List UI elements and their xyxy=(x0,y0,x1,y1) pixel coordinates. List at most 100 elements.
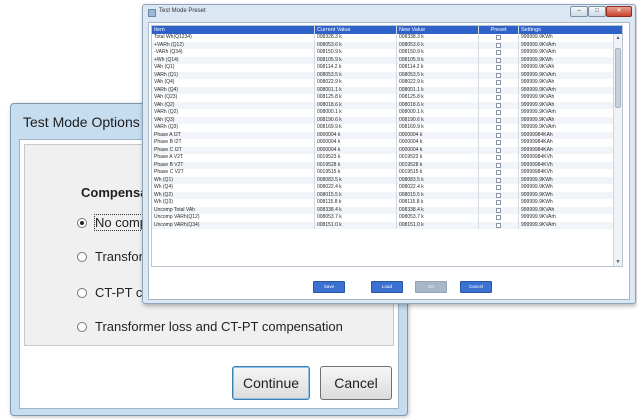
table-row[interactable]: VARh (Q2) 008000.1 k 008000.1 k 999999.9KVA… xyxy=(152,109,622,117)
new-value-cell[interactable]: 008338.3 k xyxy=(397,34,479,42)
new-value-cell[interactable]: 008022.9 k xyxy=(397,79,479,87)
table-row[interactable]: +Wh (Q14) 008105.9 k 008105.9 k 999999.9KWh xyxy=(152,56,622,64)
table-row[interactable]: Phase C V2T 0019515 k 0019515 k 99999984KVh xyxy=(152,169,622,177)
table-row[interactable]: VARh (Q1) 008053.5 k 008053.5 k 999999.9KVA… xyxy=(152,71,622,79)
table-row[interactable]: Phase B I2T 0000004 k 0000004 k 99999984KAh xyxy=(152,139,622,147)
preset-checkbox[interactable] xyxy=(496,222,501,228)
new-value-cell[interactable]: 008105.9 k xyxy=(397,56,479,64)
new-value-cell[interactable]: 0000004 k xyxy=(397,146,479,154)
preset-checkbox[interactable] xyxy=(496,185,501,191)
preset-checkbox[interactable] xyxy=(496,102,501,108)
preset-checkbox[interactable] xyxy=(496,155,501,161)
table-row[interactable]: Phase B V2T 0019528 k 0019528 k 99999984KVh xyxy=(152,161,622,169)
table-row[interactable]: Phase A I2T 0000004 k 0000004 k 99999984KAh xyxy=(152,131,622,139)
cancel-button[interactable]: Cancel xyxy=(320,366,392,400)
preset-checkbox[interactable] xyxy=(496,125,501,131)
radio-button-icon[interactable] xyxy=(77,251,87,262)
table-row[interactable]: Phase C I2T 0000004 k 0000004 k 99999984KAh xyxy=(152,146,622,154)
table-row[interactable]: VARh (Q4) 008001.1 k 008001.1 k 999999.9KVA… xyxy=(152,86,622,94)
table-row[interactable]: Wh (Q3) 008115.8 k 008115.8 k 999999.9KWh xyxy=(152,199,622,207)
minimize-button[interactable]: – xyxy=(570,6,588,17)
new-value-cell[interactable]: 008125.8 k xyxy=(397,94,479,102)
table-row[interactable]: VAh (Q23) 008125.8 k 008125.8 k 999999.9KVA… xyxy=(152,94,622,102)
table-row[interactable]: VAh (Q4) 008022.9 k 008022.9 k 999999.9KVAh xyxy=(152,79,622,87)
column-header-preset[interactable]: Preset xyxy=(479,26,519,34)
preset-checkbox[interactable] xyxy=(496,117,501,123)
new-value-cell[interactable]: 008015.5 k xyxy=(397,191,479,199)
preset-checkbox[interactable] xyxy=(496,200,501,206)
new-value-cell[interactable]: 0019523 k xyxy=(397,154,479,162)
new-value-cell[interactable]: 008018.6 k xyxy=(397,101,479,109)
new-value-cell[interactable]: 008151.0 k xyxy=(397,221,479,229)
scroll-up-icon[interactable]: ▲ xyxy=(615,35,621,41)
new-value-cell[interactable]: 0000004 k xyxy=(397,131,479,139)
preset-checkbox[interactable] xyxy=(496,192,501,198)
grid-vertical-scrollbar[interactable]: ▲ ▼ xyxy=(613,34,622,266)
preset-checkbox[interactable] xyxy=(496,132,501,138)
new-value-cell[interactable]: 008000.1 k xyxy=(397,109,479,117)
new-value-cell[interactable]: 008114.2 k xyxy=(397,64,479,72)
scroll-down-icon[interactable]: ▼ xyxy=(615,259,621,265)
column-header-settings[interactable]: Settings xyxy=(519,26,622,34)
new-value-cell[interactable]: 008115.8 k xyxy=(397,199,479,207)
table-row[interactable]: VAh (Q2) 008018.6 k 008018.6 k 999999.9KVAh xyxy=(152,101,622,109)
preset-checkbox[interactable] xyxy=(496,170,501,176)
new-value-cell[interactable]: 008150.9 k xyxy=(397,49,479,57)
new-value-cell[interactable]: 008001.1 k xyxy=(397,86,479,94)
maximize-button[interactable]: □ xyxy=(588,6,606,17)
preset-checkbox[interactable] xyxy=(496,57,501,63)
preset-checkbox[interactable] xyxy=(496,35,501,41)
column-header-new-value[interactable]: New Value xyxy=(397,26,479,34)
new-value-cell[interactable]: 008338.4 k xyxy=(397,206,479,214)
table-row[interactable]: Wh (Q4) 008022.4 k 008022.4 k 999999.9KWh xyxy=(152,184,622,192)
new-value-cell[interactable]: 008053.7 k xyxy=(397,214,479,222)
table-row[interactable]: Uncomp VARh(Q12) 008053.7 k 008053.7 k 9999… xyxy=(152,214,622,222)
table-row[interactable]: Uncomp VARh(Q34) 008151.0 k 008151.0 k 9999… xyxy=(152,221,622,229)
preset-checkbox[interactable] xyxy=(496,177,501,183)
table-row[interactable]: Wh (Q2) 008015.5 k 008015.5 k 999999.9KWh xyxy=(152,191,622,199)
column-header-item[interactable]: Item xyxy=(152,26,315,34)
preset-checkbox[interactable] xyxy=(496,110,501,116)
new-value-cell[interactable]: 008190.6 k xyxy=(397,116,479,124)
preset-checkbox[interactable] xyxy=(496,95,501,101)
set-button[interactable]: Set xyxy=(415,281,447,293)
close-button[interactable]: ✕ xyxy=(606,6,632,17)
table-row[interactable]: VAh (Q1) 008114.2 k 008114.2 k 999999.9KVAh xyxy=(152,64,622,72)
preset-checkbox[interactable] xyxy=(496,72,501,78)
table-row[interactable]: Uncomp Total VAh 008338.4 k 008338.4 k 9999… xyxy=(152,206,622,214)
preset-checkbox[interactable] xyxy=(496,215,501,221)
new-value-cell[interactable]: 0019515 k xyxy=(397,169,479,177)
table-row[interactable]: VARh (Q3) 008169.9 k 008169.9 k 999999.9KVA… xyxy=(152,124,622,132)
radio-button-icon[interactable] xyxy=(77,321,87,332)
preset-checkbox[interactable] xyxy=(496,87,501,93)
table-row[interactable]: +VARh (Q12) 008053.6 k 008053.6 k 999999.9K… xyxy=(152,41,622,49)
new-value-cell[interactable]: 008083.5 k xyxy=(397,176,479,184)
new-value-cell[interactable]: 0019528 k xyxy=(397,161,479,169)
table-row[interactable]: VAh (Q3) 008190.6 k 008190.6 k 999999.9KVAh xyxy=(152,116,622,124)
table-row[interactable]: Phase A V2T 0019523 k 0019523 k 99999984KVh xyxy=(152,154,622,162)
preset-checkbox[interactable] xyxy=(496,42,501,48)
preset-cancel-button[interactable]: Cancel xyxy=(460,281,492,293)
table-row[interactable]: Total Wh(Q1234) 008328.3 k 008338.3 k 99999… xyxy=(152,34,622,42)
new-value-cell[interactable]: 008053.5 k xyxy=(397,71,479,79)
radio-button-icon[interactable] xyxy=(77,217,87,228)
table-row[interactable]: -VARh (Q34) 008150.9 k 008150.9 k 999999.9K… xyxy=(152,49,622,57)
new-value-cell[interactable]: 008169.9 k xyxy=(397,124,479,132)
new-value-cell[interactable]: 0000004 k xyxy=(397,139,479,147)
preset-checkbox[interactable] xyxy=(496,147,501,153)
new-value-cell[interactable]: 008022.4 k xyxy=(397,184,479,192)
preset-checkbox[interactable] xyxy=(496,50,501,56)
radio-option-transformer-and-ct-pt[interactable]: Transformer loss and CT-PT compensation xyxy=(77,319,343,334)
title-bar[interactable]: Test Mode Preset – □ ✕ xyxy=(143,5,635,21)
preset-checkbox[interactable] xyxy=(496,80,501,86)
continue-button[interactable]: Continue xyxy=(232,366,310,400)
preset-checkbox[interactable] xyxy=(496,65,501,71)
scroll-thumb[interactable] xyxy=(615,48,621,108)
table-row[interactable]: Wh (Q1) 008083.5 k 008083.5 k 999999.9KWh xyxy=(152,176,622,184)
load-button[interactable]: Load xyxy=(371,281,403,293)
preset-checkbox[interactable] xyxy=(496,140,501,146)
radio-button-icon[interactable] xyxy=(77,287,87,298)
new-value-cell[interactable]: 008053.6 k xyxy=(397,41,479,49)
column-header-current-value[interactable]: Current Value xyxy=(315,26,397,34)
preset-checkbox[interactable] xyxy=(496,162,501,168)
